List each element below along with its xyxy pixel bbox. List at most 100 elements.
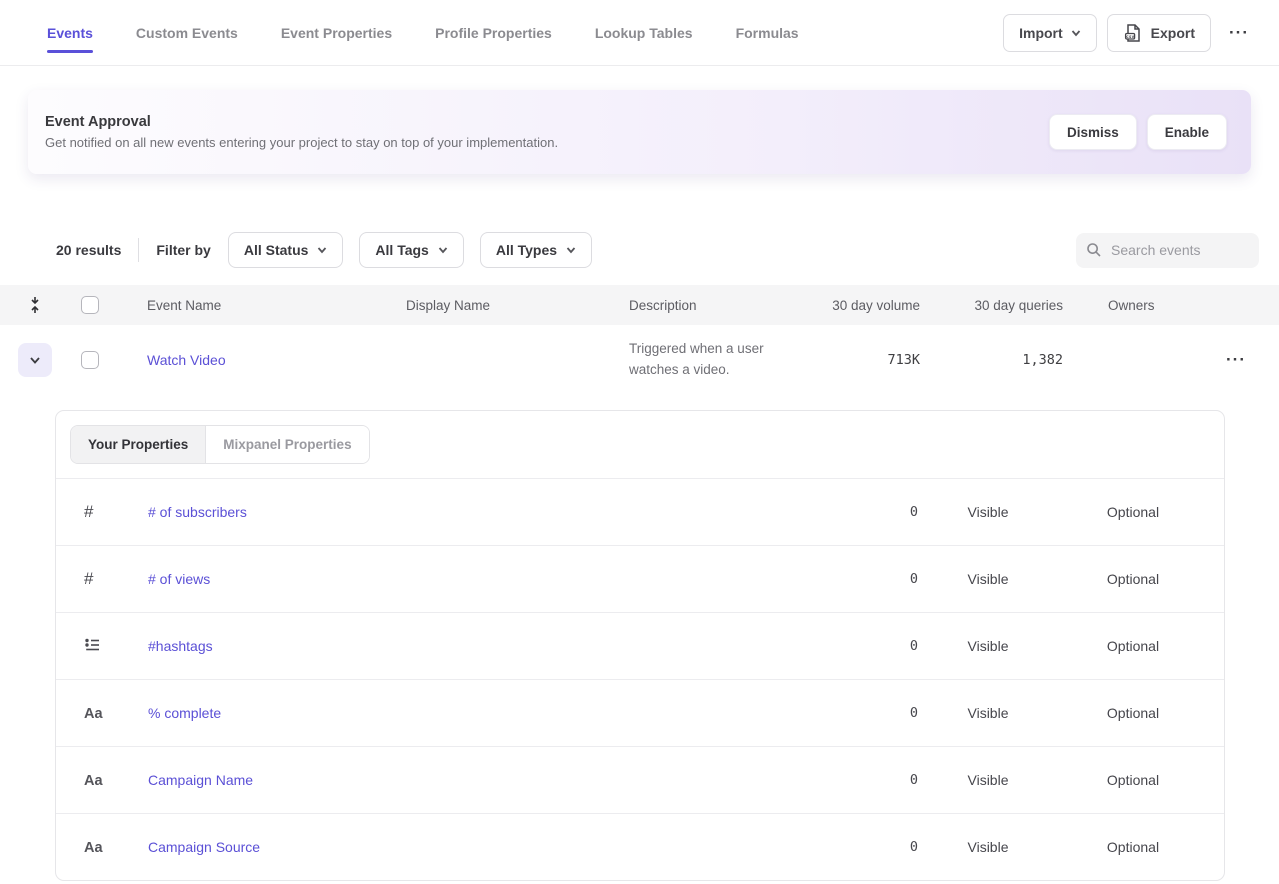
event-properties-panel: Your Properties Mixpanel Properties # Aa… xyxy=(55,410,1225,881)
search-input[interactable] xyxy=(1111,242,1249,258)
row-more-options-button[interactable]: ··· xyxy=(1218,344,1254,376)
status-filter-dropdown[interactable]: All Status xyxy=(228,232,344,268)
property-visibility: Visible xyxy=(918,839,1058,855)
property-name-link[interactable]: #hashtags xyxy=(148,638,213,654)
tab-lookup-tables[interactable]: Lookup Tables xyxy=(595,0,693,65)
property-requirement: Optional xyxy=(1058,705,1208,721)
tab-event-properties[interactable]: Event Properties xyxy=(281,0,392,65)
tab-your-properties[interactable]: Your Properties xyxy=(71,426,205,463)
property-row: # Aa % complete 0 Visible Optional xyxy=(56,679,1224,746)
property-row: # Aa Campaign Name 0 Visible Optional xyxy=(56,746,1224,813)
banner-description: Get notified on all new events entering … xyxy=(45,135,558,150)
row-expander-button[interactable] xyxy=(18,343,52,377)
list-type-icon: # Aa xyxy=(84,636,148,657)
property-visibility: Visible xyxy=(918,504,1058,520)
banner-text: Event Approval Get notified on all new e… xyxy=(45,114,558,150)
tab-mixpanel-properties[interactable]: Mixpanel Properties xyxy=(205,426,368,463)
property-name-link[interactable]: Campaign Source xyxy=(148,839,260,855)
types-filter-label: All Types xyxy=(496,242,557,258)
property-name-link[interactable]: # of subscribers xyxy=(148,504,247,520)
results-count: 20 results xyxy=(56,242,121,258)
tags-filter-dropdown[interactable]: All Tags xyxy=(359,232,463,268)
import-button[interactable]: Import xyxy=(1003,14,1097,52)
property-row: # Aa #hashtags 0 Visible Optional xyxy=(56,612,1224,679)
row-checkbox[interactable] xyxy=(81,351,99,369)
column-header-owners: Owners xyxy=(1063,298,1183,313)
more-options-button[interactable]: ··· xyxy=(1221,17,1257,49)
event-queries: 1,382 xyxy=(920,352,1063,368)
collapse-all-icon xyxy=(27,296,43,314)
chevron-down-icon xyxy=(1071,28,1081,38)
lexicon-tabs: Events Custom Events Event Properties Pr… xyxy=(47,0,799,65)
properties-list: # Aa # of subscribers 0 Visible Optional… xyxy=(56,478,1224,880)
property-volume: 0 xyxy=(798,638,918,654)
text-type-icon: # Aa xyxy=(84,839,148,856)
event-name-link[interactable]: Watch Video xyxy=(147,352,226,368)
property-volume: 0 xyxy=(798,772,918,788)
ellipsis-icon: ··· xyxy=(1226,350,1246,369)
enable-button[interactable]: Enable xyxy=(1147,114,1227,150)
select-all-checkbox[interactable] xyxy=(81,296,99,314)
column-header-display-name: Display Name xyxy=(406,298,629,313)
tab-events[interactable]: Events xyxy=(47,0,93,65)
filter-by-label: Filter by xyxy=(156,242,210,258)
event-description: Triggered when a user watches a video. xyxy=(629,327,821,393)
text-type-icon: # Aa xyxy=(84,705,148,722)
property-name-link[interactable]: % complete xyxy=(148,705,221,721)
properties-segmented-control: Your Properties Mixpanel Properties xyxy=(70,425,370,464)
status-filter-label: All Status xyxy=(244,242,309,258)
tags-filter-label: All Tags xyxy=(375,242,428,258)
number-type-icon: # Aa xyxy=(84,569,148,589)
property-volume: 0 xyxy=(798,571,918,587)
types-filter-dropdown[interactable]: All Types xyxy=(480,232,592,268)
properties-tab-bar: Your Properties Mixpanel Properties xyxy=(56,411,1224,478)
event-approval-banner: Event Approval Get notified on all new e… xyxy=(28,90,1251,174)
property-row: # Aa Campaign Source 0 Visible Optional xyxy=(56,813,1224,880)
banner-title: Event Approval xyxy=(45,114,558,130)
property-name-link[interactable]: # of views xyxy=(148,571,210,587)
column-header-queries: 30 day queries xyxy=(920,298,1063,313)
chevron-down-icon xyxy=(438,245,448,255)
property-volume: 0 xyxy=(798,705,918,721)
property-volume: 0 xyxy=(798,504,918,520)
import-button-label: Import xyxy=(1019,25,1063,41)
event-volume: 713K xyxy=(821,352,920,368)
property-requirement: Optional xyxy=(1058,504,1208,520)
dismiss-button[interactable]: Dismiss xyxy=(1049,114,1137,150)
tab-profile-properties[interactable]: Profile Properties xyxy=(435,0,552,65)
property-requirement: Optional xyxy=(1058,571,1208,587)
event-row-watch-video: Watch Video Triggered when a user watche… xyxy=(0,325,1279,395)
number-type-icon: # Aa xyxy=(84,502,148,522)
property-name-link[interactable]: Campaign Name xyxy=(148,772,253,788)
property-volume: 0 xyxy=(798,839,918,855)
chevron-down-icon xyxy=(317,245,327,255)
divider xyxy=(138,238,139,262)
property-visibility: Visible xyxy=(918,705,1058,721)
ellipsis-icon: ··· xyxy=(1229,23,1249,42)
search-icon xyxy=(1086,242,1102,258)
property-row: # Aa # of views 0 Visible Optional xyxy=(56,545,1224,612)
banner-actions: Dismiss Enable xyxy=(1049,114,1227,150)
property-visibility: Visible xyxy=(918,571,1058,587)
top-navigation-bar: Events Custom Events Event Properties Pr… xyxy=(0,0,1279,66)
tab-custom-events[interactable]: Custom Events xyxy=(136,0,238,65)
svg-text:csv: csv xyxy=(1126,34,1135,39)
property-requirement: Optional xyxy=(1058,839,1208,855)
column-header-event-name: Event Name xyxy=(147,298,406,313)
property-visibility: Visible xyxy=(918,638,1058,654)
export-button[interactable]: csv Export xyxy=(1107,14,1211,52)
events-table-header: Event Name Display Name Description 30 d… xyxy=(0,285,1279,325)
column-header-description: Description xyxy=(629,298,821,313)
property-visibility: Visible xyxy=(918,772,1058,788)
column-header-volume: 30 day volume xyxy=(821,298,920,313)
search-events-box xyxy=(1076,233,1259,268)
property-row: # Aa # of subscribers 0 Visible Optional xyxy=(56,478,1224,545)
csv-file-icon: csv xyxy=(1123,23,1143,43)
topbar-actions: Import csv Export ··· xyxy=(1003,14,1257,52)
chevron-down-icon xyxy=(29,354,41,366)
chevron-down-icon xyxy=(566,245,576,255)
tab-formulas[interactable]: Formulas xyxy=(736,0,799,65)
property-requirement: Optional xyxy=(1058,772,1208,788)
collapse-all-button[interactable] xyxy=(27,296,43,314)
text-type-icon: # Aa xyxy=(84,772,148,789)
